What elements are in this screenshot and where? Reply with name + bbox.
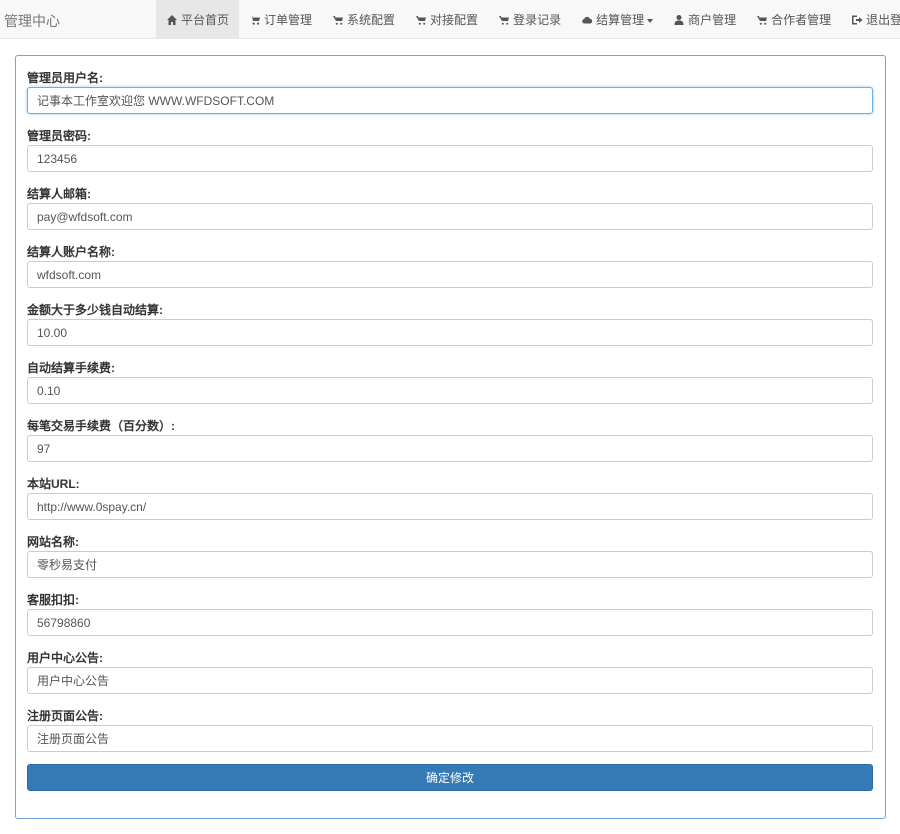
form-group-admin-password: 管理员密码: [27,127,873,185]
admin-username-input[interactable] [27,87,873,114]
nav-item-orders[interactable]: 订单管理 [239,0,322,39]
support-qq-input[interactable] [27,609,873,636]
settings-form: 管理员用户名: 管理员密码: 结算人邮箱: 结算人账户名称: 金额大于多少钱自动… [27,69,873,765]
settlement-account-input[interactable] [27,261,873,288]
nav-item-partners[interactable]: 合作者管理 [746,0,841,39]
auto-settle-fee-input[interactable] [27,377,873,404]
nav-item-system-config[interactable]: 系统配置 [322,0,405,39]
shopping-cart-icon [332,14,344,26]
form-group-admin-username: 管理员用户名: [27,69,873,127]
main-nav: 平台首页 订单管理 系统配置 对接配置 登录记录 结算管理 商户管理 合作者管理… [156,0,900,39]
form-group-site-url: 本站URL: [27,475,873,533]
user-center-notice-input[interactable] [27,667,873,694]
settings-panel: 管理员用户名: 管理员密码: 结算人邮箱: 结算人账户名称: 金额大于多少钱自动… [15,55,886,819]
logout-icon [851,14,863,26]
nav-item-settlement-dropdown[interactable]: 结算管理 [571,0,663,39]
site-url-input[interactable] [27,493,873,520]
nav-item-label: 订单管理 [264,13,313,27]
nav-item-label: 合作者管理 [771,13,832,27]
form-group-auto-settle-threshold: 金额大于多少钱自动结算: [27,301,873,359]
register-notice-label: 注册页面公告: [27,709,103,723]
form-group-support-qq: 客服扣扣: [27,591,873,649]
brand-title[interactable]: 管理中心 [4,11,60,31]
admin-username-label: 管理员用户名: [27,71,103,85]
form-group-user-center-notice: 用户中心公告: [27,649,873,707]
shopping-cart-icon [249,14,261,26]
form-group-transaction-fee: 每笔交易手续费（百分数）: [27,417,873,475]
site-name-input[interactable] [27,551,873,578]
settlement-account-label: 结算人账户名称: [27,245,115,259]
top-navbar: 管理中心 平台首页 订单管理 系统配置 对接配置 登录记录 结算管理 商户管理 … [0,0,900,39]
nav-item-login-records[interactable]: 登录记录 [488,0,571,39]
shopping-cart-icon [756,14,768,26]
auto-settle-fee-label: 自动结算手续费: [27,361,115,375]
nav-item-label: 系统配置 [347,13,396,27]
nav-item-label: 登录记录 [513,13,562,27]
nav-item-merchants[interactable]: 商户管理 [663,0,746,39]
shopping-cart-icon [415,14,427,26]
form-group-site-name: 网站名称: [27,533,873,591]
support-qq-label: 客服扣扣: [27,593,79,607]
home-icon [166,14,178,26]
nav-item-label: 退出登陆 [866,13,900,27]
settlement-email-label: 结算人邮箱: [27,187,91,201]
admin-password-label: 管理员密码: [27,129,91,143]
nav-item-integration-config[interactable]: 对接配置 [405,0,488,39]
site-name-label: 网站名称: [27,535,79,549]
form-group-auto-settle-fee: 自动结算手续费: [27,359,873,417]
caret-down-icon [647,18,654,23]
nav-item-label: 对接配置 [430,13,479,27]
nav-item-label: 商户管理 [688,13,737,27]
user-center-notice-label: 用户中心公告: [27,651,103,665]
admin-password-input[interactable] [27,145,873,172]
submit-button[interactable]: 确定修改 [27,764,873,791]
form-group-settlement-email: 结算人邮箱: [27,185,873,243]
form-group-settlement-account: 结算人账户名称: [27,243,873,301]
form-group-register-notice: 注册页面公告: [27,707,873,765]
site-url-label: 本站URL: [27,477,80,491]
nav-item-label: 平台首页 [181,13,230,27]
nav-item-logout[interactable]: 退出登陆 [841,0,900,39]
nav-item-label: 结算管理 [596,13,645,27]
auto-settle-threshold-label: 金额大于多少钱自动结算: [27,303,163,317]
nav-item-home[interactable]: 平台首页 [156,0,240,39]
auto-settle-threshold-input[interactable] [27,319,873,346]
cloud-icon [581,14,593,26]
transaction-fee-label: 每笔交易手续费（百分数）: [27,419,175,433]
user-icon [673,14,685,26]
register-notice-input[interactable] [27,725,873,752]
transaction-fee-input[interactable] [27,435,873,462]
shopping-cart-icon [498,14,510,26]
settlement-email-input[interactable] [27,203,873,230]
